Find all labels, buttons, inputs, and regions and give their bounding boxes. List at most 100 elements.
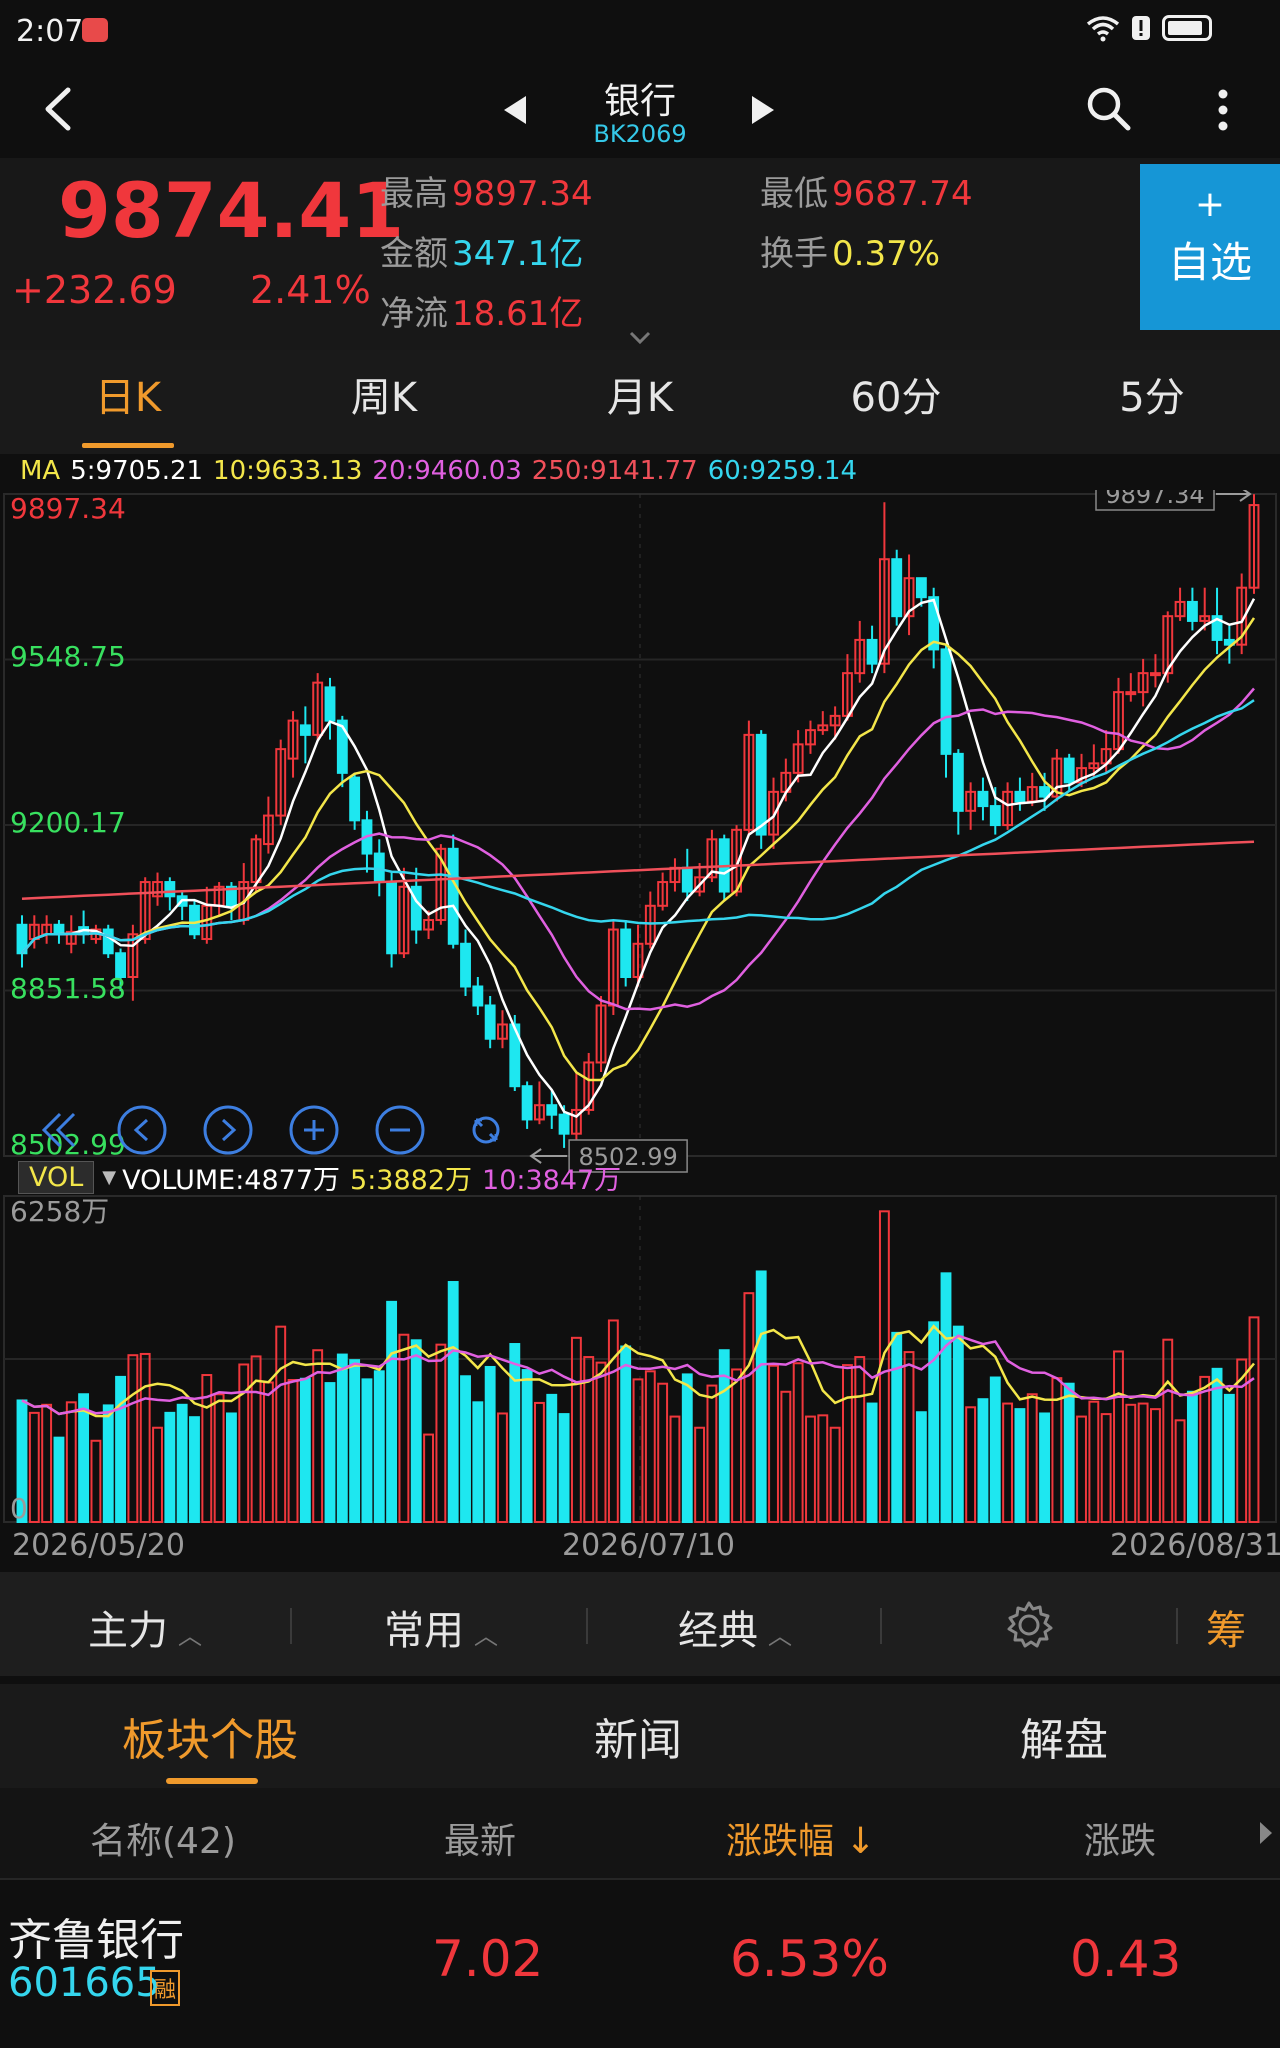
candle-down bbox=[189, 904, 200, 936]
expand-chevron-icon[interactable] bbox=[628, 330, 652, 346]
indicator-classic-label: 经典 bbox=[678, 1608, 758, 1654]
volume-bar-down bbox=[915, 1411, 927, 1523]
volume-bar-up bbox=[1088, 1400, 1100, 1523]
caret-up-icon: ︿ bbox=[178, 1622, 202, 1650]
volume-bar-up bbox=[644, 1370, 656, 1523]
volume-bar-down bbox=[176, 1403, 188, 1523]
volume-bar-down bbox=[102, 1404, 114, 1523]
col-latest[interactable]: 最新 bbox=[444, 1812, 516, 1864]
candle-down bbox=[299, 724, 311, 736]
volume-axis-max: 6258万 bbox=[10, 1195, 110, 1228]
col-change[interactable]: 涨跌 bbox=[1084, 1812, 1156, 1864]
low-label: 最低 bbox=[760, 174, 828, 214]
last-price: 9874.41 bbox=[58, 166, 405, 255]
scroll-columns-right-icon[interactable] bbox=[1256, 1818, 1276, 1848]
volume-ma5: 5:3882万 bbox=[350, 1164, 473, 1196]
turnover-value: 0.37% bbox=[832, 234, 941, 274]
indicator-classic-button[interactable]: 经典 ︿ bbox=[678, 1598, 792, 1656]
chip-distribution-button[interactable]: 筹 bbox=[1206, 1598, 1246, 1656]
x-label-start: 2026/05/20 bbox=[12, 1528, 185, 1563]
col-name[interactable]: 名称(42) bbox=[90, 1812, 236, 1864]
y-label-max: 9897.34 bbox=[10, 492, 126, 525]
table-row[interactable]: 齐鲁银行 601665 融 7.02 6.53% 0.43 bbox=[0, 1882, 1280, 2048]
volume-bar-down bbox=[1211, 1367, 1223, 1523]
tab-sector-stocks[interactable]: 板块个股 bbox=[122, 1704, 298, 1768]
candle-down bbox=[940, 648, 952, 755]
volume-bar-up bbox=[1113, 1350, 1124, 1523]
volume-bar-down bbox=[928, 1321, 940, 1523]
tab-60min[interactable]: 60分 bbox=[768, 350, 1024, 454]
col-change-pct[interactable]: 涨跌幅 ↓ bbox=[726, 1812, 876, 1864]
tab-monthly-k[interactable]: 月K bbox=[512, 350, 768, 454]
volume-bar-up bbox=[534, 1401, 545, 1523]
netflow-label: 净流 bbox=[380, 294, 448, 334]
volume-bar-up bbox=[842, 1364, 853, 1523]
search-icon[interactable] bbox=[1084, 84, 1134, 134]
volume-bar-down bbox=[299, 1377, 311, 1524]
indicator-main-button[interactable]: 主力 ︿ bbox=[88, 1598, 202, 1656]
volume-bar-down bbox=[952, 1325, 964, 1523]
volume-bar-up bbox=[1026, 1393, 1038, 1524]
volume-bar-up bbox=[1076, 1415, 1087, 1523]
volume-bar-down bbox=[78, 1393, 90, 1524]
price-change-pct: 2.41% bbox=[250, 268, 371, 312]
tab-weekly-k[interactable]: 周K bbox=[256, 350, 512, 454]
ma-legend: MA 5:9705.21 10:9633.13 20:9460.03 250:9141.… bbox=[20, 456, 867, 486]
stock-name: 齐鲁银行 bbox=[8, 1915, 184, 1966]
ma60-value: 60:9259.14 bbox=[707, 456, 858, 486]
volume-bar-up bbox=[398, 1333, 410, 1524]
scroll-left-icon[interactable] bbox=[117, 1105, 167, 1155]
volume-bar-down bbox=[558, 1413, 570, 1523]
status-icons bbox=[1086, 14, 1212, 42]
wifi-icon bbox=[1086, 16, 1120, 42]
divider bbox=[1176, 1608, 1178, 1644]
fullscreen-icon[interactable] bbox=[472, 1116, 500, 1144]
zoom-in-icon[interactable] bbox=[289, 1105, 339, 1155]
divider bbox=[880, 1608, 882, 1644]
tab-news[interactable]: 新闻 bbox=[594, 1704, 682, 1768]
candle-down bbox=[164, 881, 176, 898]
stock-code: 601665 bbox=[8, 1960, 161, 2006]
add-to-watchlist-button[interactable]: + 自选 bbox=[1140, 164, 1280, 330]
tab-analysis[interactable]: 解盘 bbox=[1020, 1704, 1108, 1768]
tab-5min[interactable]: 5分 bbox=[1024, 350, 1280, 454]
volume-bar-up bbox=[152, 1426, 163, 1524]
candle-down bbox=[755, 733, 767, 836]
kline-chart[interactable]: 9897.348502.99 bbox=[0, 490, 1280, 1570]
volume-bar-up bbox=[1150, 1408, 1161, 1523]
candle-down bbox=[447, 847, 459, 945]
volume-bar-down bbox=[521, 1369, 533, 1523]
y-label-3: 9200.17 bbox=[10, 806, 126, 839]
candle-down bbox=[1063, 757, 1075, 784]
vol-indicator-tag[interactable]: VOL bbox=[18, 1160, 95, 1194]
tab-daily-k[interactable]: 日K bbox=[0, 350, 256, 454]
candle-down bbox=[977, 790, 989, 808]
settings-gear-icon[interactable] bbox=[1004, 1600, 1054, 1650]
vol-dropdown-icon[interactable]: ▼ bbox=[102, 1167, 116, 1188]
candle-down bbox=[1186, 600, 1198, 622]
volume-bar-down bbox=[386, 1300, 398, 1524]
turnover-label: 换手 bbox=[760, 234, 828, 274]
scroll-left-fast-icon[interactable] bbox=[41, 1112, 76, 1148]
high-label: 最高 bbox=[380, 174, 448, 214]
candle-down bbox=[102, 928, 114, 955]
app-notification-icon bbox=[82, 18, 108, 42]
zoom-out-icon[interactable] bbox=[375, 1105, 425, 1155]
scroll-right-icon[interactable] bbox=[203, 1105, 253, 1155]
volume-value: VOLUME:4877万 bbox=[122, 1164, 341, 1196]
volume-bar-up bbox=[1174, 1419, 1186, 1524]
section-tabs: 板块个股 新闻 解盘 bbox=[0, 1684, 1280, 1788]
status-bar: 2:07 bbox=[0, 0, 1280, 64]
period-tabs: 日K 周K 月K 60分 5分 bbox=[0, 350, 1280, 454]
next-sector-icon[interactable] bbox=[748, 92, 778, 128]
caret-up-icon: ︿ bbox=[768, 1622, 792, 1650]
volume-bar-up bbox=[854, 1356, 866, 1523]
volume-bar-down bbox=[1186, 1390, 1198, 1524]
volume-bar-up bbox=[792, 1362, 804, 1523]
volume-bar-down bbox=[460, 1375, 471, 1524]
more-icon[interactable] bbox=[1210, 86, 1236, 136]
volume-bar-up bbox=[607, 1319, 619, 1523]
candle-down bbox=[349, 776, 361, 822]
indicator-common-button[interactable]: 常用 ︿ bbox=[384, 1598, 498, 1656]
ma20-value: 20:9460.03 bbox=[372, 456, 522, 486]
